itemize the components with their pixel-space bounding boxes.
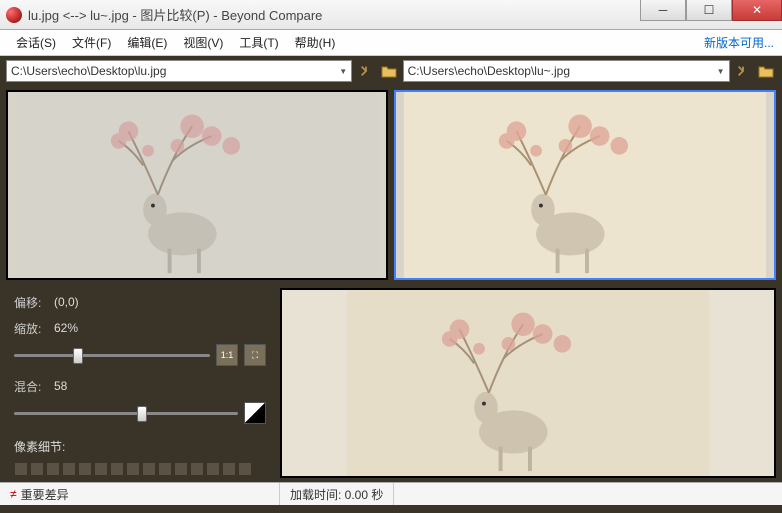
blend-slider[interactable]	[14, 404, 238, 422]
status-loadtime: 加载时间: 0.00 秒	[280, 483, 394, 505]
menubar: 会话(S) 文件(F) 编辑(E) 视图(V) 工具(T) 帮助(H) 新版本可…	[0, 30, 782, 56]
status-diff-label: 重要差异	[21, 486, 69, 503]
titlebar: lu.jpg <--> lu~.jpg - 图片比较(P) - Beyond C…	[0, 0, 782, 30]
not-equal-icon: ≠	[10, 487, 17, 501]
zoom-fit-button[interactable]: ⛶	[244, 344, 266, 366]
zoom-slider-thumb[interactable]	[73, 348, 83, 364]
controls-panel: 偏移: (0,0) 缩放: 62% 1:1 ⛶ 混合: 58	[6, 288, 274, 478]
blend-label: 混合:	[14, 378, 54, 395]
offset-label: 偏移:	[14, 294, 54, 311]
menu-session[interactable]: 会话(S)	[8, 31, 64, 54]
blend-mode-button[interactable]	[244, 402, 266, 424]
right-image-panel[interactable]	[394, 90, 776, 280]
left-image-panel[interactable]	[6, 90, 388, 280]
blend-slider-thumb[interactable]	[137, 406, 147, 422]
zoom-11-button[interactable]: 1:1	[216, 344, 238, 366]
pixel-detail-label: 像素细节:	[14, 438, 65, 455]
menu-file[interactable]: 文件(F)	[64, 31, 119, 54]
status-diff: ≠ 重要差异	[0, 483, 280, 505]
right-image	[396, 92, 774, 278]
left-path-text: C:\Users\echo\Desktop\lu.jpg	[11, 64, 166, 78]
offset-value: (0,0)	[54, 295, 79, 309]
right-browse-button[interactable]	[757, 61, 776, 81]
update-link[interactable]: 新版本可用...	[704, 34, 774, 51]
menu-view[interactable]: 视图(V)	[175, 31, 231, 54]
right-recent-button[interactable]	[734, 61, 753, 81]
path-toolbar: C:\Users\echo\Desktop\lu.jpg ▼ C:\Users\…	[0, 56, 782, 86]
zoom-label: 缩放:	[14, 320, 54, 337]
menu-tools[interactable]: 工具(T)	[231, 31, 286, 54]
menu-help[interactable]: 帮助(H)	[287, 31, 344, 54]
diff-image	[282, 290, 774, 476]
app-icon	[6, 7, 22, 23]
maximize-button[interactable]: ☐	[686, 0, 732, 21]
right-path-input[interactable]: C:\Users\echo\Desktop\lu~.jpg ▼	[403, 60, 730, 82]
pixel-cell	[14, 462, 28, 476]
left-recent-button[interactable]	[356, 61, 375, 81]
dropdown-icon: ▼	[339, 67, 347, 76]
pixel-detail-grid	[14, 462, 266, 476]
minimize-button[interactable]: ─	[640, 0, 686, 21]
menu-edit[interactable]: 编辑(E)	[119, 31, 175, 54]
dropdown-icon: ▼	[717, 67, 725, 76]
close-button[interactable]: ✕	[732, 0, 782, 21]
image-compare-area	[0, 86, 782, 284]
right-path-text: C:\Users\echo\Desktop\lu~.jpg	[408, 64, 570, 78]
left-path-input[interactable]: C:\Users\echo\Desktop\lu.jpg ▼	[6, 60, 352, 82]
left-image	[8, 92, 386, 278]
zoom-slider[interactable]	[14, 346, 210, 364]
left-browse-button[interactable]	[379, 61, 398, 81]
blend-value: 58	[54, 379, 67, 393]
window-title: lu.jpg <--> lu~.jpg - 图片比较(P) - Beyond C…	[28, 5, 640, 24]
lower-area: 偏移: (0,0) 缩放: 62% 1:1 ⛶ 混合: 58	[0, 284, 782, 482]
window-controls: ─ ☐ ✕	[640, 0, 782, 29]
diff-image-panel[interactable]	[280, 288, 776, 478]
status-loadtime-text: 加载时间: 0.00 秒	[290, 486, 383, 503]
zoom-value: 62%	[54, 321, 78, 335]
statusbar: ≠ 重要差异 加载时间: 0.00 秒	[0, 482, 782, 505]
